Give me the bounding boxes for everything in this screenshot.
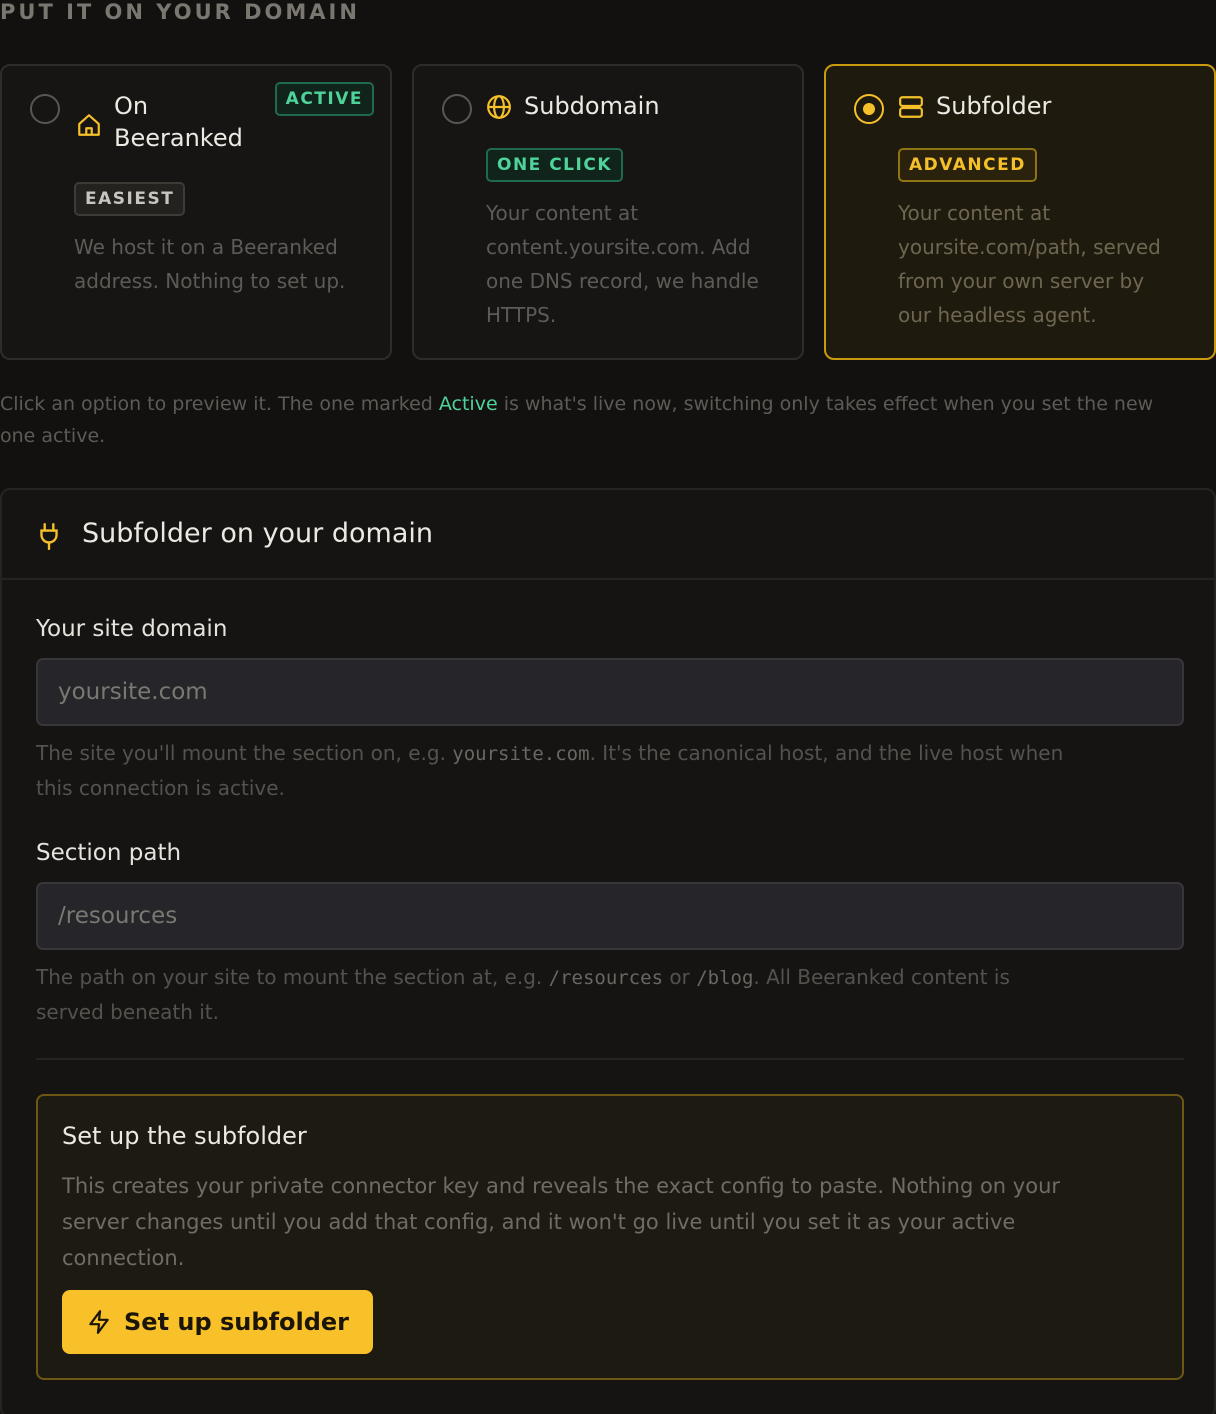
option-subfolder[interactable]: Subfolder ADVANCED Your content at yours…	[824, 64, 1216, 360]
setup-card: Set up the subfolder This creates your p…	[36, 1094, 1184, 1380]
plug-icon	[40, 522, 58, 550]
setup-button-label: Set up subfolder	[124, 1308, 350, 1336]
path-input[interactable]	[36, 882, 1184, 950]
active-highlight: Active	[438, 393, 498, 415]
radio-subdomain[interactable]	[442, 94, 472, 124]
option-title: Subdomain	[524, 92, 660, 120]
path-label: Section path	[36, 840, 182, 866]
home-icon	[78, 114, 100, 136]
subfolder-panel: Subfolder on your domain Your site domai…	[0, 488, 1216, 1414]
option-on-beeranked[interactable]: On Beeranked ACTIVE EASIEST We host it o…	[0, 64, 392, 360]
radio-subfolder[interactable]	[854, 94, 884, 124]
panel-header: Subfolder on your domain	[2, 490, 1214, 580]
option-title: Subfolder	[936, 92, 1052, 120]
divider	[36, 1058, 1184, 1060]
panel-title: Subfolder on your domain	[82, 518, 433, 549]
option-description: We host it on a Beeranked address. Nothi…	[74, 235, 346, 293]
globe-icon	[487, 95, 511, 119]
domain-input[interactable]	[36, 658, 1184, 726]
tag-one-click: ONE CLICK	[486, 148, 623, 182]
server-icon	[899, 96, 923, 118]
radio-on-beeranked[interactable]	[30, 94, 60, 124]
domain-label: Your site domain	[36, 616, 228, 642]
option-title-line2: Beeranked	[114, 124, 243, 152]
active-badge: ACTIVE	[274, 82, 374, 116]
lightning-icon	[89, 1310, 109, 1334]
setup-subfolder-button[interactable]: Set up subfolder	[62, 1290, 374, 1354]
option-title-line1: On	[114, 92, 149, 120]
option-description: Your content at yoursite.com/path, serve…	[898, 201, 1161, 327]
setup-title: Set up the subfolder	[62, 1122, 307, 1150]
option-description: Your content at content.yoursite.com. Ad…	[486, 201, 759, 327]
options-helper-text: Click an option to preview it. The one m…	[0, 393, 1154, 447]
tag-advanced: ADVANCED	[898, 148, 1037, 182]
domain-help: The site you'll mount the section on, e.…	[36, 741, 1064, 800]
tag-easiest: EASIEST	[74, 182, 186, 216]
setup-description: This creates your private connector key …	[62, 1174, 1061, 1270]
domain-settings-page: PUT IT ON YOUR DOMAIN On Beeranked ACTIV…	[0, 0, 1216, 1414]
path-help: The path on your site to mount the secti…	[36, 965, 1010, 1024]
option-subdomain[interactable]: Subdomain ONE CLICK Your content at cont…	[412, 64, 804, 360]
section-heading: PUT IT ON YOUR DOMAIN	[0, 0, 360, 24]
hosting-options: On Beeranked ACTIVE EASIEST We host it o…	[0, 64, 1216, 360]
